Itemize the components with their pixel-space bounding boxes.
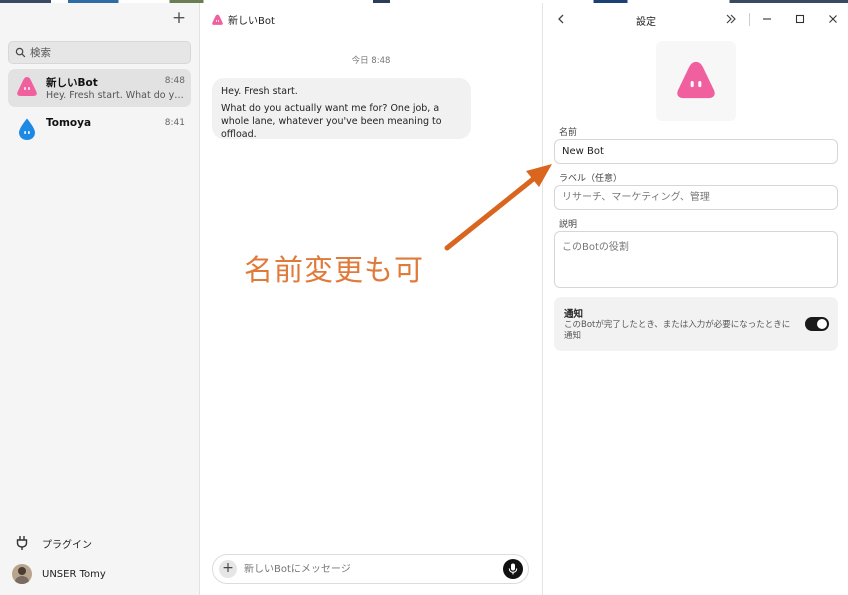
plug-icon bbox=[12, 533, 32, 553]
chat-header: 新しいBot bbox=[211, 12, 275, 27]
name-label: 名前 bbox=[559, 128, 578, 138]
header-divider bbox=[749, 13, 750, 26]
message-input[interactable] bbox=[244, 563, 503, 575]
notification-setting: 通知 このBotが完了したとき、または入力が必要になったときに通知 bbox=[554, 297, 838, 351]
description-label: 説明 bbox=[559, 220, 578, 230]
message-text: What do you actually want me for? One jo… bbox=[221, 103, 442, 140]
annotation-text: 名前変更も可 bbox=[244, 253, 425, 287]
user-profile-button[interactable]: UNSER Tomy bbox=[12, 564, 106, 584]
name-field[interactable] bbox=[554, 139, 838, 164]
settings-panel: 設定 名前 ラベル（任意） 説明 通知 このBotが完了したとき、または入力が必… bbox=[542, 3, 848, 595]
chat-title: 新しいBot bbox=[228, 16, 275, 27]
bot-avatar-icon bbox=[212, 14, 223, 25]
search-icon bbox=[15, 47, 26, 58]
plugins-button[interactable]: プラグイン bbox=[12, 533, 92, 553]
notification-title: 通知 bbox=[564, 309, 584, 320]
chat-list-item-new-bot[interactable]: 新しいBot 8:48 Hey. Fresh start. What do yo… bbox=[8, 69, 191, 107]
chat-pane: 新しいBot 今日 8:48 Hey. Fresh start. What do… bbox=[201, 3, 541, 595]
date-separator: 今日 8:48 bbox=[351, 56, 391, 66]
water-drop-icon bbox=[19, 118, 35, 140]
user-name: UNSER Tomy bbox=[42, 568, 106, 580]
chat-preview: Hey. Fresh start. What do you a… bbox=[46, 90, 184, 101]
minimize-icon[interactable] bbox=[759, 11, 775, 27]
search-placeholder: 検索 bbox=[30, 47, 51, 59]
tag-field[interactable] bbox=[554, 185, 838, 210]
plugins-label: プラグイン bbox=[42, 539, 92, 551]
attach-button[interactable]: + bbox=[219, 560, 237, 578]
settings-title: 設定 bbox=[636, 17, 656, 28]
maximize-icon[interactable] bbox=[792, 11, 808, 27]
chat-time: 8:48 bbox=[164, 76, 185, 86]
microphone-icon[interactable] bbox=[503, 559, 523, 579]
message-text: Hey. Fresh start. bbox=[221, 86, 298, 97]
chat-name: 新しいBot bbox=[46, 77, 98, 89]
assistant-message: Hey. Fresh start. What do you actually w… bbox=[212, 78, 471, 140]
tag-label: ラベル（任意） bbox=[559, 174, 623, 184]
chat-list-item-tomoya[interactable]: Tomoya 8:41 bbox=[8, 111, 191, 149]
avatar bbox=[12, 564, 32, 584]
collapse-panel-icon[interactable] bbox=[723, 11, 739, 27]
bot-avatar-icon bbox=[677, 61, 715, 99]
notification-description: このBotが完了したとき、または入力が必要になったときに通知 bbox=[564, 320, 791, 341]
new-chat-button[interactable]: + bbox=[170, 9, 188, 27]
search-input[interactable]: 検索 bbox=[8, 41, 191, 64]
bot-avatar-icon bbox=[17, 77, 37, 96]
sidebar: + 検索 新しいBot 8:48 Hey. Fresh start. What … bbox=[0, 3, 200, 595]
notification-toggle[interactable] bbox=[805, 317, 829, 331]
close-icon[interactable] bbox=[825, 11, 841, 27]
bot-avatar-large[interactable] bbox=[656, 41, 736, 121]
chat-name: Tomoya bbox=[46, 117, 92, 129]
message-composer: + bbox=[212, 554, 529, 584]
chat-time: 8:41 bbox=[164, 118, 185, 128]
description-field[interactable] bbox=[554, 231, 838, 288]
